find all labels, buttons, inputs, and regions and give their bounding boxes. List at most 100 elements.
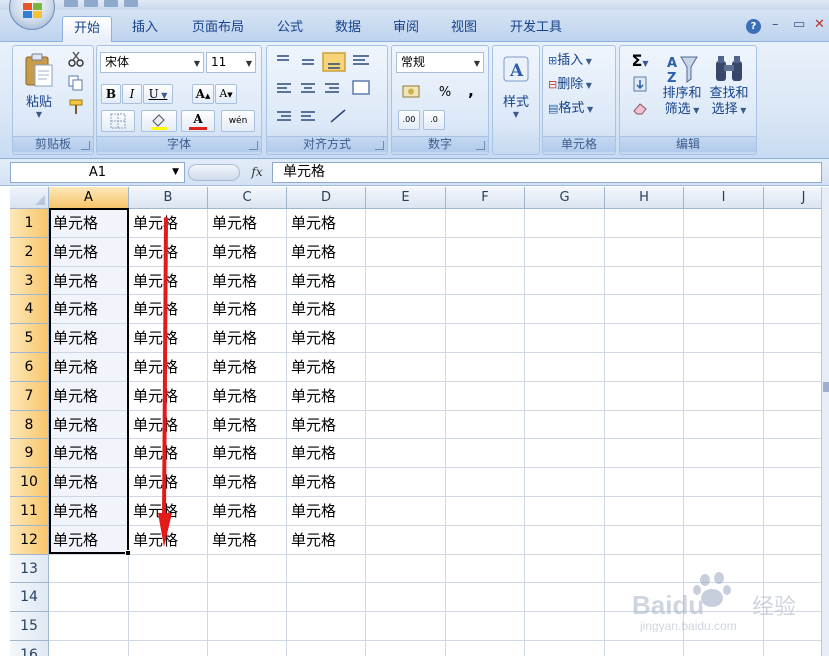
row-header-2[interactable]: 2 [10,237,49,267]
decrease-decimal-button[interactable]: .0 [423,110,445,130]
increase-decimal-button[interactable]: .00 [398,110,420,130]
number-format-combo[interactable]: 常规 ▼ [396,52,484,73]
cell-d1[interactable]: 单元格 [287,209,336,238]
cell-a11[interactable]: 单元格 [49,497,98,526]
sort-filter-button[interactable]: A Z 排序和 筛选 ▼ [660,50,704,130]
tab-home[interactable]: 开始 [62,16,112,43]
cell-c8[interactable]: 单元格 [208,411,257,440]
row-header-5[interactable]: 5 [10,324,49,353]
cell-d11[interactable]: 单元格 [287,497,336,526]
close-icon[interactable]: ✕ [814,17,825,32]
row-header-4[interactable]: 4 [10,295,49,325]
column-header-b[interactable]: B [129,187,208,209]
font-launcher-icon[interactable] [249,141,258,150]
redo-icon[interactable] [104,0,118,7]
cell-d10[interactable]: 单元格 [287,468,336,497]
row-header-6[interactable]: 6 [10,353,49,382]
decrease-indent-button[interactable] [271,106,295,126]
row-header-13[interactable]: 13 [10,554,49,584]
align-center-button[interactable] [296,78,320,98]
tab-data[interactable]: 数据 [325,16,371,42]
column-header-c[interactable]: C [208,187,287,209]
increase-indent-button[interactable] [296,106,320,126]
copy-button[interactable] [65,74,87,94]
undo-icon[interactable] [84,0,98,7]
styles-button[interactable]: A 样式 ▼ [496,50,536,130]
cell-c6[interactable]: 单元格 [208,353,257,382]
accounting-format-button[interactable] [396,82,430,104]
cell-a3[interactable]: 单元格 [49,267,98,296]
row-header-14[interactable]: 14 [10,583,49,613]
cell-c3[interactable]: 单元格 [208,267,257,296]
align-middle-button[interactable] [296,50,320,70]
cell-a2[interactable]: 单元格 [49,238,98,267]
row-header-10[interactable]: 10 [10,468,49,497]
cell-a10[interactable]: 单元格 [49,468,98,497]
clipboard-launcher-icon[interactable] [81,141,90,150]
italic-button[interactable]: I [122,84,142,104]
row-header-12[interactable]: 12 [10,525,49,555]
number-launcher-icon[interactable] [476,141,485,150]
border-button[interactable] [101,110,135,132]
name-box[interactable]: A1 ▼ [10,162,185,183]
cell-a12[interactable]: 单元格 [49,526,98,555]
comma-style-button[interactable]: , [460,83,482,103]
minimize-icon[interactable]: – [772,17,779,32]
find-select-button[interactable]: 查找和 选择 ▼ [706,50,752,130]
clear-button[interactable] [625,99,655,119]
align-right-button[interactable] [322,78,346,98]
align-bottom-button[interactable] [322,50,346,70]
cell-c11[interactable]: 单元格 [208,497,257,526]
column-header-a[interactable]: A [49,187,129,209]
merge-center-button[interactable] [351,78,381,98]
font-name-combo[interactable]: 宋体 ▼ [100,52,204,73]
qat-customize-icon[interactable] [124,0,138,7]
autosum-button[interactable]: Σ▼ [625,51,655,71]
orientation-button[interactable] [325,106,355,126]
font-color-button[interactable]: A [181,110,215,132]
cell-c5[interactable]: 单元格 [208,324,257,353]
column-header-g[interactable]: G [525,187,605,209]
cell-d5[interactable]: 单元格 [287,324,336,353]
fill-color-button[interactable] [141,110,177,132]
delete-cells-button[interactable]: ⊟删除 ▼ [547,75,613,95]
cell-d7[interactable]: 单元格 [287,382,336,411]
row-header-3[interactable]: 3 [10,266,49,296]
tab-formulas[interactable]: 公式 [267,16,313,42]
cell-c12[interactable]: 单元格 [208,526,257,555]
row-header-1[interactable]: 1 [10,209,49,238]
cell-d9[interactable]: 单元格 [287,439,336,468]
row-header-15[interactable]: 15 [10,612,49,641]
row-header-9[interactable]: 9 [10,439,49,469]
column-header-f[interactable]: F [446,187,525,209]
column-header-i[interactable]: I [684,187,764,209]
row-header-7[interactable]: 7 [10,381,49,411]
cell-d8[interactable]: 单元格 [287,411,336,440]
font-size-combo[interactable]: 11 ▼ [206,52,256,73]
formula-bar-splitter[interactable] [188,164,240,181]
column-header-h[interactable]: H [605,187,684,209]
select-all-button[interactable] [10,187,49,209]
cell-a1[interactable]: 单元格 [49,209,98,238]
cell-a8[interactable]: 单元格 [49,411,98,440]
insert-function-button[interactable]: fx [245,162,269,183]
tab-page-layout[interactable]: 页面布局 [183,16,253,42]
grow-font-button[interactable]: A▲ [192,84,214,104]
insert-cells-button[interactable]: ⊞插入 ▼ [547,51,613,71]
phonetic-button[interactable]: wén [221,110,255,132]
row-header-11[interactable]: 11 [10,497,49,526]
cell-c7[interactable]: 单元格 [208,382,257,411]
align-top-button[interactable] [271,50,295,70]
cell-d3[interactable]: 单元格 [287,267,336,296]
help-icon[interactable]: ? [746,19,761,34]
save-icon[interactable] [64,0,78,7]
cell-a7[interactable]: 单元格 [49,382,98,411]
underline-button[interactable]: U ▼ [143,84,173,104]
scroll-thumb[interactable] [823,382,829,392]
vertical-scrollbar[interactable] [821,187,829,656]
fill-button[interactable] [625,75,655,95]
cell-a5[interactable]: 单元格 [49,324,98,353]
shrink-font-button[interactable]: A▼ [215,84,237,104]
cell-c4[interactable]: 单元格 [208,295,257,324]
cell-d6[interactable]: 单元格 [287,353,336,382]
